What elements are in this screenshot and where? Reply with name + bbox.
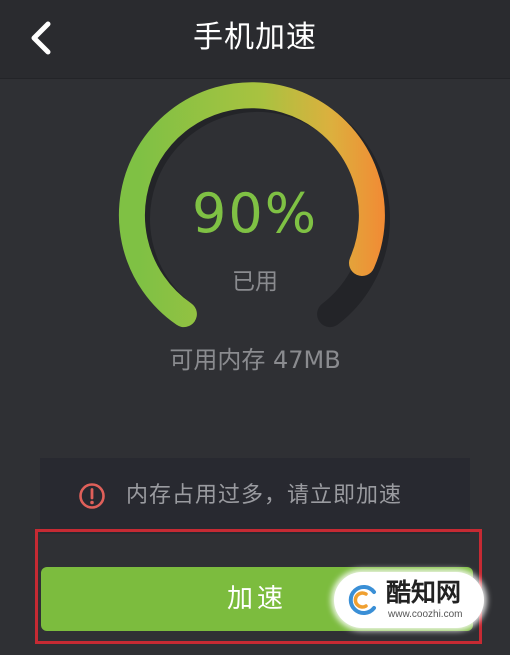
warning-text: 内存占用过多，请立即加速: [126, 483, 403, 508]
usage-percent: 90%: [191, 182, 319, 245]
warning-banner: 内存占用过多，请立即加速: [40, 458, 470, 534]
used-label: 已用: [232, 269, 278, 295]
available-memory-text: 可用内存 47MB: [169, 346, 341, 374]
coozhi-watermark: 酷知网 www.coozhi.com: [334, 572, 484, 628]
watermark-name: 酷知网: [386, 578, 462, 607]
page-title: 手机加速: [193, 20, 317, 55]
alert-circle-icon: [79, 483, 105, 509]
watermark-url: www.coozhi.com: [388, 609, 463, 620]
top-bar: 手机加速: [0, 0, 510, 79]
coozhi-logo-icon: [348, 585, 376, 615]
